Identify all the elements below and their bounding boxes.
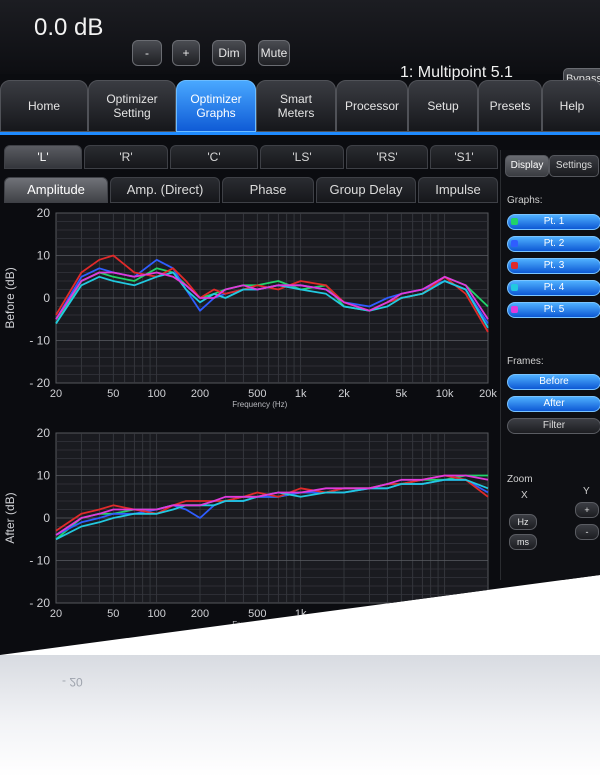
x-tick-label: 20 <box>50 388 62 400</box>
pt1-swatch <box>511 218 518 225</box>
nav-accent-line <box>0 132 600 135</box>
channel-tab-c[interactable]: 'C' <box>170 145 258 169</box>
pt5-swatch <box>511 306 518 313</box>
pt2-swatch <box>511 240 518 247</box>
panel-tab-display[interactable]: Display <box>505 155 549 177</box>
channel-tab-ls[interactable]: 'LS' <box>260 145 344 169</box>
graph-pt3-toggle[interactable]: Pt. 3 <box>507 258 600 274</box>
y-tick-label: - 20 <box>29 596 50 610</box>
nav-tab-setup[interactable]: Setup <box>408 80 478 132</box>
x-axis-label: Frequency (Hz) <box>232 400 287 409</box>
x-tick-label: 200 <box>191 608 209 620</box>
pt1-label: Pt. 1 <box>543 216 565 227</box>
x-tick-label: 2k <box>338 388 350 400</box>
channel-tab-rs[interactable]: 'RS' <box>346 145 428 169</box>
app-window: 0.0 dB - + Dim Mute 1: Multipoint 5.1 By… <box>0 0 600 655</box>
channel-tab-s1[interactable]: 'S1' <box>430 145 498 169</box>
channel-tab-r[interactable]: 'R' <box>84 145 168 169</box>
reflection-text: - 20 <box>62 675 83 689</box>
x-tick-label: 50 <box>107 388 119 400</box>
graphs-label: Graphs: <box>507 195 543 206</box>
x-tick-label: 10k <box>436 388 454 400</box>
zoom-label: Zoom <box>507 474 533 485</box>
panel-tab-settings[interactable]: Settings <box>549 155 599 177</box>
x-tick-label: 200 <box>191 388 209 400</box>
y-tick-label: - 10 <box>29 334 50 348</box>
y-tick-label: - 10 <box>29 554 50 568</box>
x-tick-label: 20k <box>479 388 497 400</box>
volume-down-button[interactable]: - <box>132 40 162 66</box>
zoom-x-label: X <box>521 490 528 501</box>
y-tick-label: 20 <box>37 206 51 220</box>
channel-tabs: 'L' 'R' 'C' 'LS' 'RS' 'S1' <box>0 145 500 169</box>
x-tick-label: 5k <box>395 608 407 620</box>
pt3-swatch <box>511 262 518 269</box>
graph-tab-phase[interactable]: Phase <box>222 177 314 203</box>
zoom-y-plus-button[interactable]: + <box>575 502 599 518</box>
graph-type-tabs: Amplitude Amp. (Direct) Phase Group Dela… <box>0 177 500 203</box>
pt2-label: Pt. 2 <box>543 238 565 249</box>
x-tick-label: 2k <box>338 608 350 620</box>
channel-tab-l[interactable]: 'L' <box>4 145 82 169</box>
zoom-y-label: Y <box>583 486 590 497</box>
y-axis-label: After (dB) <box>3 492 17 543</box>
x-axis-label: Frequency (Hz) <box>232 620 287 629</box>
y-tick-label: 20 <box>37 426 51 440</box>
nav-tab-optimizer-setting[interactable]: Optimizer Setting <box>88 80 176 132</box>
dim-button[interactable]: Dim <box>212 40 246 66</box>
zoom-y-minus-button[interactable]: - <box>575 524 599 540</box>
x-tick-label: 1k <box>295 608 307 620</box>
x-tick-label: 10k <box>436 608 454 620</box>
x-tick-label: 100 <box>147 608 165 620</box>
graph-pt4-toggle[interactable]: Pt. 4 <box>507 280 600 296</box>
x-tick-label: 100 <box>147 388 165 400</box>
graph-tab-amplitude[interactable]: Amplitude <box>4 177 108 203</box>
x-tick-label: 5k <box>395 388 407 400</box>
frame-before-toggle[interactable]: Before <box>507 374 600 390</box>
pt5-label: Pt. 5 <box>543 304 565 315</box>
nav-tab-help[interactable]: Help <box>542 80 600 132</box>
mute-button[interactable]: Mute <box>258 40 290 66</box>
x-tick-label: 20k <box>479 608 497 620</box>
before-chart[interactable]: 20100- 10- 2020 50 100 200 500 1k 2k 5k 10k 20kFr… <box>0 205 500 415</box>
frame-after-toggle[interactable]: After <box>507 396 600 412</box>
main-nav: Home Optimizer Setting Optimizer Graphs … <box>0 80 600 134</box>
nav-tab-smart-meters[interactable]: Smart Meters <box>256 80 336 132</box>
graph-pt5-toggle[interactable]: Pt. 5 <box>507 302 600 318</box>
frame-filter-toggle[interactable]: Filter <box>507 418 600 434</box>
pt3-label: Pt. 3 <box>543 260 565 271</box>
nav-tab-presets[interactable]: Presets <box>478 80 542 132</box>
y-tick-label: 0 <box>43 291 50 305</box>
after-chart[interactable]: 20100- 10- 2020 50 100 200 500 1k 2k 5k 10k 20kFr… <box>0 425 500 635</box>
top-bar: 0.0 dB - + Dim Mute <box>0 0 600 74</box>
side-panel: Display Settings Graphs: Pt. 1 Pt. 2 Pt.… <box>500 150 600 580</box>
y-tick-label: 10 <box>37 469 51 483</box>
nav-tab-processor[interactable]: Processor <box>336 80 408 132</box>
volume-up-button[interactable]: + <box>172 40 200 66</box>
x-tick-label: 500 <box>248 388 266 400</box>
pt4-label: Pt. 4 <box>543 282 565 293</box>
x-tick-label: 1k <box>295 388 307 400</box>
nav-tab-optimizer-graphs[interactable]: Optimizer Graphs <box>176 80 256 132</box>
zoom-hz-button[interactable]: Hz <box>509 514 537 530</box>
graph-tab-group-delay[interactable]: Group Delay <box>316 177 416 203</box>
graph-pt1-toggle[interactable]: Pt. 1 <box>507 214 600 230</box>
floor-reflection: - 20 <box>0 655 600 777</box>
graph-tab-amp-direct[interactable]: Amp. (Direct) <box>110 177 220 203</box>
volume-readout: 0.0 dB <box>34 14 104 41</box>
y-tick-label: - 20 <box>29 376 50 390</box>
x-tick-label: 20 <box>50 608 62 620</box>
x-tick-label: 500 <box>248 608 266 620</box>
y-tick-label: 0 <box>43 511 50 525</box>
x-tick-label: 50 <box>107 608 119 620</box>
zoom-ms-button[interactable]: ms <box>509 534 537 550</box>
graph-tab-impulse[interactable]: Impulse <box>418 177 498 203</box>
frames-label: Frames: <box>507 356 544 367</box>
y-tick-label: 10 <box>37 249 51 263</box>
nav-tab-home[interactable]: Home <box>0 80 88 132</box>
pt4-swatch <box>511 284 518 291</box>
graph-pt2-toggle[interactable]: Pt. 2 <box>507 236 600 252</box>
y-axis-label: Before (dB) <box>3 267 17 328</box>
